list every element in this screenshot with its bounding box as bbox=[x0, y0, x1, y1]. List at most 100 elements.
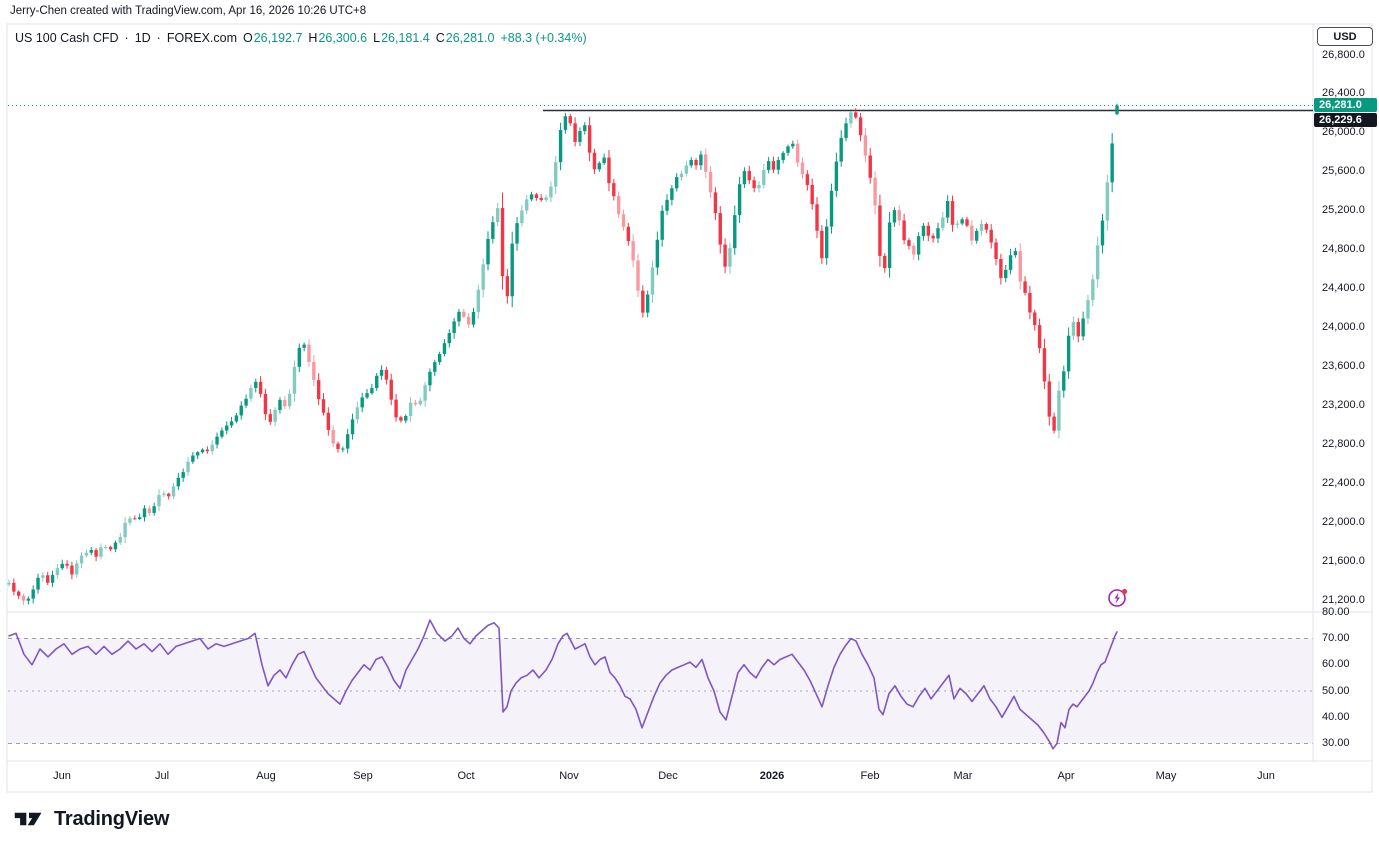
candle bbox=[283, 396, 286, 409]
candle bbox=[196, 451, 199, 459]
candle bbox=[554, 156, 557, 194]
legend-separator: · bbox=[157, 31, 161, 45]
candle bbox=[307, 339, 310, 366]
candle bbox=[264, 389, 267, 420]
candle bbox=[361, 393, 364, 412]
candle bbox=[1014, 248, 1017, 258]
tradingview-logo[interactable]: TradingView bbox=[13, 806, 169, 832]
candle bbox=[351, 414, 354, 440]
candle bbox=[365, 389, 368, 399]
candle bbox=[119, 533, 122, 545]
candle bbox=[346, 429, 349, 453]
candle bbox=[404, 414, 407, 423]
candle bbox=[830, 184, 833, 234]
candle bbox=[414, 400, 417, 406]
rsi-axis-label: 50.00 bbox=[1322, 685, 1350, 698]
chart-canvas[interactable] bbox=[0, 0, 1379, 841]
candle bbox=[225, 421, 228, 434]
candle bbox=[515, 217, 518, 251]
price-axis-label: 24,800.0 bbox=[1322, 243, 1365, 256]
candle bbox=[1096, 237, 1099, 288]
candle bbox=[791, 141, 794, 149]
candle bbox=[898, 205, 901, 225]
candle bbox=[738, 177, 741, 223]
candle bbox=[762, 164, 765, 189]
candle bbox=[235, 413, 238, 423]
candle bbox=[893, 207, 896, 227]
candle bbox=[685, 161, 688, 177]
candle bbox=[743, 167, 746, 188]
candle bbox=[1062, 366, 1065, 398]
candle bbox=[317, 373, 320, 405]
candle bbox=[85, 549, 88, 557]
rsi-axis-label: 80.00 bbox=[1322, 606, 1350, 619]
tradingview-logo-text: TradingView bbox=[54, 808, 169, 831]
candle bbox=[1052, 413, 1055, 434]
candle bbox=[883, 253, 886, 273]
candle bbox=[840, 130, 843, 167]
candle bbox=[873, 171, 876, 214]
candle bbox=[428, 368, 431, 391]
candle bbox=[501, 192, 504, 289]
candle bbox=[162, 491, 165, 497]
candle bbox=[99, 544, 102, 560]
ohlc-low: L 26,181.4 bbox=[373, 31, 430, 45]
candle bbox=[254, 379, 257, 393]
candle bbox=[462, 309, 465, 318]
currency-toggle-usd[interactable]: USD bbox=[1317, 27, 1373, 46]
candle bbox=[278, 397, 281, 414]
time-axis-label: Dec bbox=[646, 769, 690, 783]
candle bbox=[510, 232, 513, 308]
candle bbox=[922, 223, 925, 241]
candle bbox=[704, 148, 707, 178]
price-axis-label: 21,200.0 bbox=[1322, 594, 1365, 607]
candle bbox=[298, 343, 301, 372]
exchange-label: FOREX.com bbox=[167, 31, 237, 45]
candle bbox=[912, 243, 915, 260]
candle bbox=[878, 195, 881, 267]
candle bbox=[438, 352, 441, 365]
close-letter: C bbox=[436, 31, 445, 45]
candle bbox=[578, 127, 581, 146]
candle bbox=[752, 176, 755, 192]
candle bbox=[273, 407, 276, 426]
candle bbox=[486, 231, 489, 270]
candle bbox=[612, 179, 615, 201]
candle bbox=[293, 361, 296, 402]
current-price-badge: 26,281.0 bbox=[1314, 98, 1377, 112]
symbol-name[interactable]: US 100 Cash CFD bbox=[15, 31, 119, 45]
candle bbox=[31, 585, 34, 603]
candle bbox=[167, 493, 170, 500]
candle bbox=[670, 185, 673, 205]
candle bbox=[1110, 133, 1113, 192]
candle bbox=[631, 234, 634, 267]
interval-label[interactable]: 1D bbox=[135, 31, 151, 45]
candle bbox=[472, 308, 475, 328]
candle bbox=[714, 187, 717, 220]
candle bbox=[433, 360, 436, 376]
time-axis-label: Nov bbox=[547, 769, 591, 783]
price-axis-label: 22,400.0 bbox=[1322, 477, 1365, 490]
candle bbox=[138, 514, 141, 521]
candle bbox=[1115, 104, 1118, 116]
candle bbox=[849, 109, 852, 128]
flash-marker-icon[interactable] bbox=[1107, 587, 1129, 609]
candle bbox=[723, 238, 726, 273]
candle bbox=[94, 548, 97, 561]
candle bbox=[331, 425, 334, 446]
candle bbox=[312, 355, 315, 386]
candle bbox=[1106, 175, 1109, 231]
candle bbox=[617, 191, 620, 218]
candle bbox=[477, 285, 480, 319]
candle bbox=[467, 313, 470, 328]
candle bbox=[1028, 286, 1031, 319]
candle bbox=[975, 228, 978, 243]
candle bbox=[781, 151, 784, 163]
candle bbox=[341, 446, 344, 452]
candle bbox=[583, 122, 586, 134]
time-axis-label: Jul bbox=[140, 769, 184, 783]
candle bbox=[148, 506, 151, 516]
candle bbox=[786, 145, 789, 156]
candle bbox=[825, 219, 828, 265]
candle bbox=[569, 114, 572, 126]
